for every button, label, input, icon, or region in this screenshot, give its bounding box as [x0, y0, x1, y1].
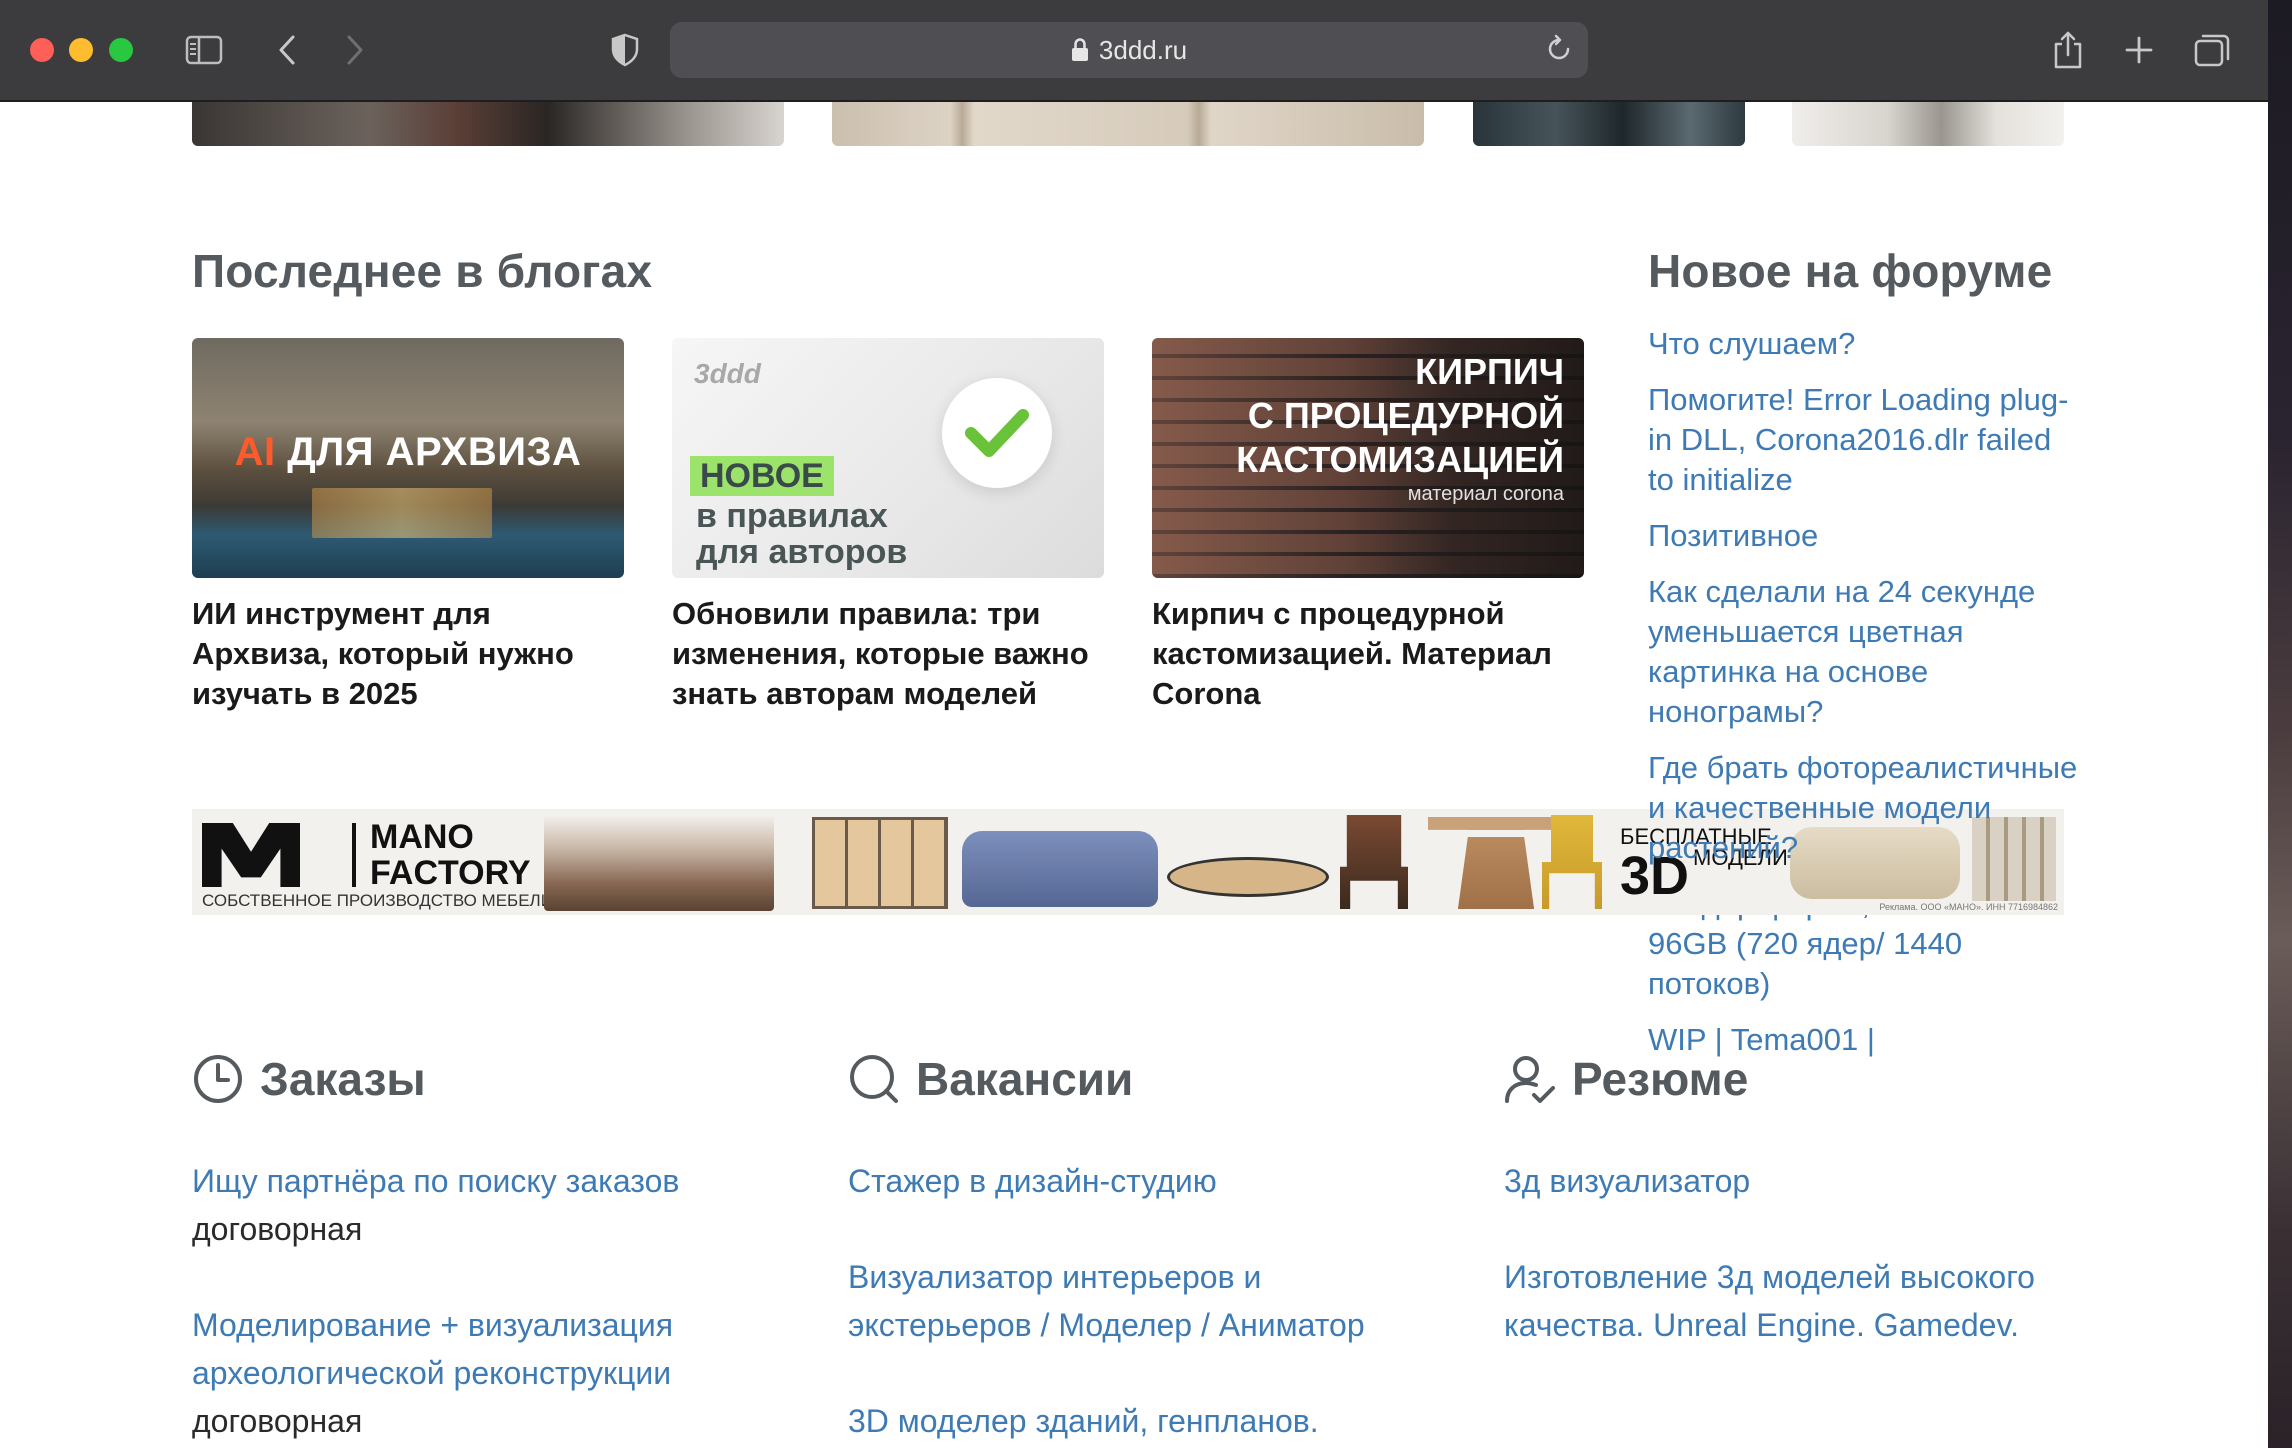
resumes-header: Резюме	[1504, 1052, 1748, 1106]
blog-title[interactable]: ИИ инструмент для Архвиза, который нужно…	[192, 594, 624, 714]
browser-window: 3ddd.ru Последнее в блогах AI ДЛЯ АРХВИЗ…	[0, 0, 2268, 1448]
orders-heading: Заказы	[260, 1053, 426, 1105]
checkmark-icon	[942, 378, 1052, 488]
vacancy-link[interactable]: 3D моделер зданий, генпланов.	[848, 1397, 1408, 1445]
vacancies-header: Вакансии	[848, 1052, 1133, 1106]
product-image-table	[1167, 857, 1329, 897]
forum-item[interactable]: Как сделали на 24 секунде уменьшается цв…	[1648, 572, 2078, 732]
browser-toolbar: 3ddd.ru	[0, 0, 2268, 102]
forum-item[interactable]: Помогите! Error Loading plug-in DLL, Cor…	[1648, 380, 2078, 500]
order-link[interactable]: Моделирование + визуализация археологиче…	[192, 1301, 712, 1397]
order-link[interactable]: Ищу партнёра по поиску заказов	[192, 1157, 792, 1205]
blog-image-line: в правилах	[696, 497, 888, 535]
blog-image-line: материал corona	[1407, 483, 1564, 505]
blog-image-line: для авторов	[696, 533, 908, 571]
forum-list: Что слушаем? Помогите! Error Loading plu…	[1648, 324, 2078, 1076]
blog-image-line: С ПРОЦЕДУРНОЙ	[1247, 395, 1564, 436]
vacancy-link[interactable]: Визуализатор интерьеров и экстерьеров / …	[848, 1253, 1408, 1349]
blog-image-logo: 3ddd	[694, 358, 761, 389]
gallery-thumbnail[interactable]	[1792, 102, 2064, 146]
gallery-thumbnail[interactable]	[1473, 102, 1745, 146]
forum-item[interactable]: WIP | Tema001 |	[1648, 1020, 2078, 1060]
forum-item[interactable]: Что слушаем?	[1648, 324, 2078, 364]
minimize-window-button[interactable]	[69, 38, 93, 62]
blog-title[interactable]: Обновили правила: три изменения, которые…	[672, 594, 1104, 714]
tab-overview-icon[interactable]	[2192, 28, 2232, 72]
resumes-heading: Резюме	[1572, 1053, 1749, 1105]
product-image-yellow-chair	[1542, 815, 1602, 909]
forum-heading: Новое на форуме	[1648, 245, 2053, 297]
product-image-bed	[544, 815, 774, 911]
resumes-list: 3д визуализатор Изготовление 3д моделей …	[1504, 1157, 2044, 1349]
blog-card[interactable]: КИРПИЧ С ПРОЦЕДУРНОЙ КАСТОМИЗАЦИЕЙ матер…	[1152, 338, 1584, 714]
back-icon[interactable]	[272, 28, 302, 72]
vacancies-list: Стажер в дизайн-студию Визуализатор инте…	[848, 1157, 1408, 1445]
product-image-shelf	[812, 817, 948, 909]
blog-title[interactable]: Кирпич с процедурной кастомизацией. Мате…	[1152, 594, 1584, 714]
forum-item[interactable]: Где брать фотореалистичные и качественны…	[1648, 748, 2078, 868]
ad-disclaimer: Реклама. ООО «МАНО». ИНН 7716984862	[1879, 902, 2058, 912]
blog-image[interactable]: 3ddd НОВОЕ в правилах для авторов	[672, 338, 1104, 578]
brand-name-line: FACTORY	[370, 854, 531, 892]
blog-image[interactable]: AI ДЛЯ АРХВИЗА	[192, 338, 624, 578]
share-icon[interactable]	[2050, 28, 2086, 72]
vacancies-heading: Вакансии	[916, 1053, 1134, 1105]
sidebar-toggle-icon[interactable]	[184, 28, 224, 72]
privacy-shield-icon[interactable]	[608, 28, 642, 72]
gallery-thumbnail[interactable]	[832, 102, 1424, 146]
blog-image-line: КИРПИЧ	[1415, 351, 1564, 392]
product-image-sofa	[962, 831, 1158, 907]
order-price: договорная	[192, 1403, 363, 1439]
blog-card[interactable]: 3ddd НОВОЕ в правилах для авторов Обнови…	[672, 338, 1104, 714]
blogs-heading: Последнее в блогах	[192, 245, 653, 297]
orders-header: Заказы	[192, 1052, 426, 1106]
lock-icon	[1071, 38, 1088, 61]
new-tab-icon[interactable]	[2122, 28, 2156, 72]
order-price: договорная	[192, 1211, 363, 1247]
blog-image-accent: AI	[234, 430, 276, 474]
blog-image-caption: ДЛЯ АРХВИЗА	[287, 430, 582, 474]
resume-link[interactable]: 3д визуализатор	[1504, 1157, 2044, 1205]
web-page: Последнее в блогах AI ДЛЯ АРХВИЗА ИИ инс…	[0, 102, 2268, 1448]
blog-image-line: КАСТОМИЗАЦИЕЙ	[1236, 439, 1564, 480]
gallery-thumbnail[interactable]	[192, 102, 784, 146]
resume-link[interactable]: Изготовление 3д моделей высокого качеств…	[1504, 1253, 2044, 1349]
reload-icon[interactable]	[1544, 34, 1574, 69]
zoom-window-button[interactable]	[109, 38, 133, 62]
search-icon	[850, 1055, 898, 1103]
blog-card[interactable]: AI ДЛЯ АРХВИЗА ИИ инструмент для Архвиза…	[192, 338, 624, 714]
vacancy-link[interactable]: Стажер в дизайн-студию	[848, 1157, 1408, 1205]
brand-name-line: MANO	[370, 818, 474, 856]
desktop-background	[2268, 0, 2292, 1448]
brand-tagline: СОБСТВЕННОЕ ПРОИЗВОДСТВО МЕБЕЛИ	[202, 891, 553, 910]
forum-item[interactable]: Позитивное	[1648, 516, 2078, 556]
blog-image[interactable]: КИРПИЧ С ПРОЦЕДУРНОЙ КАСТОМИЗАЦИЕЙ матер…	[1152, 338, 1584, 578]
close-window-button[interactable]	[30, 38, 54, 62]
brand-logo: MANO FACTORY	[202, 819, 531, 891]
user-check-icon	[1505, 1056, 1555, 1103]
clock-icon	[194, 1055, 242, 1103]
forward-icon[interactable]	[340, 28, 370, 72]
address-bar[interactable]: 3ddd.ru	[670, 22, 1588, 78]
blog-image-line: НОВОЕ	[690, 456, 834, 496]
url-text: 3ddd.ru	[1098, 34, 1188, 65]
product-image-chair	[1340, 815, 1408, 909]
orders-list: Ищу партнёра по поиску заказов договорна…	[192, 1157, 792, 1445]
